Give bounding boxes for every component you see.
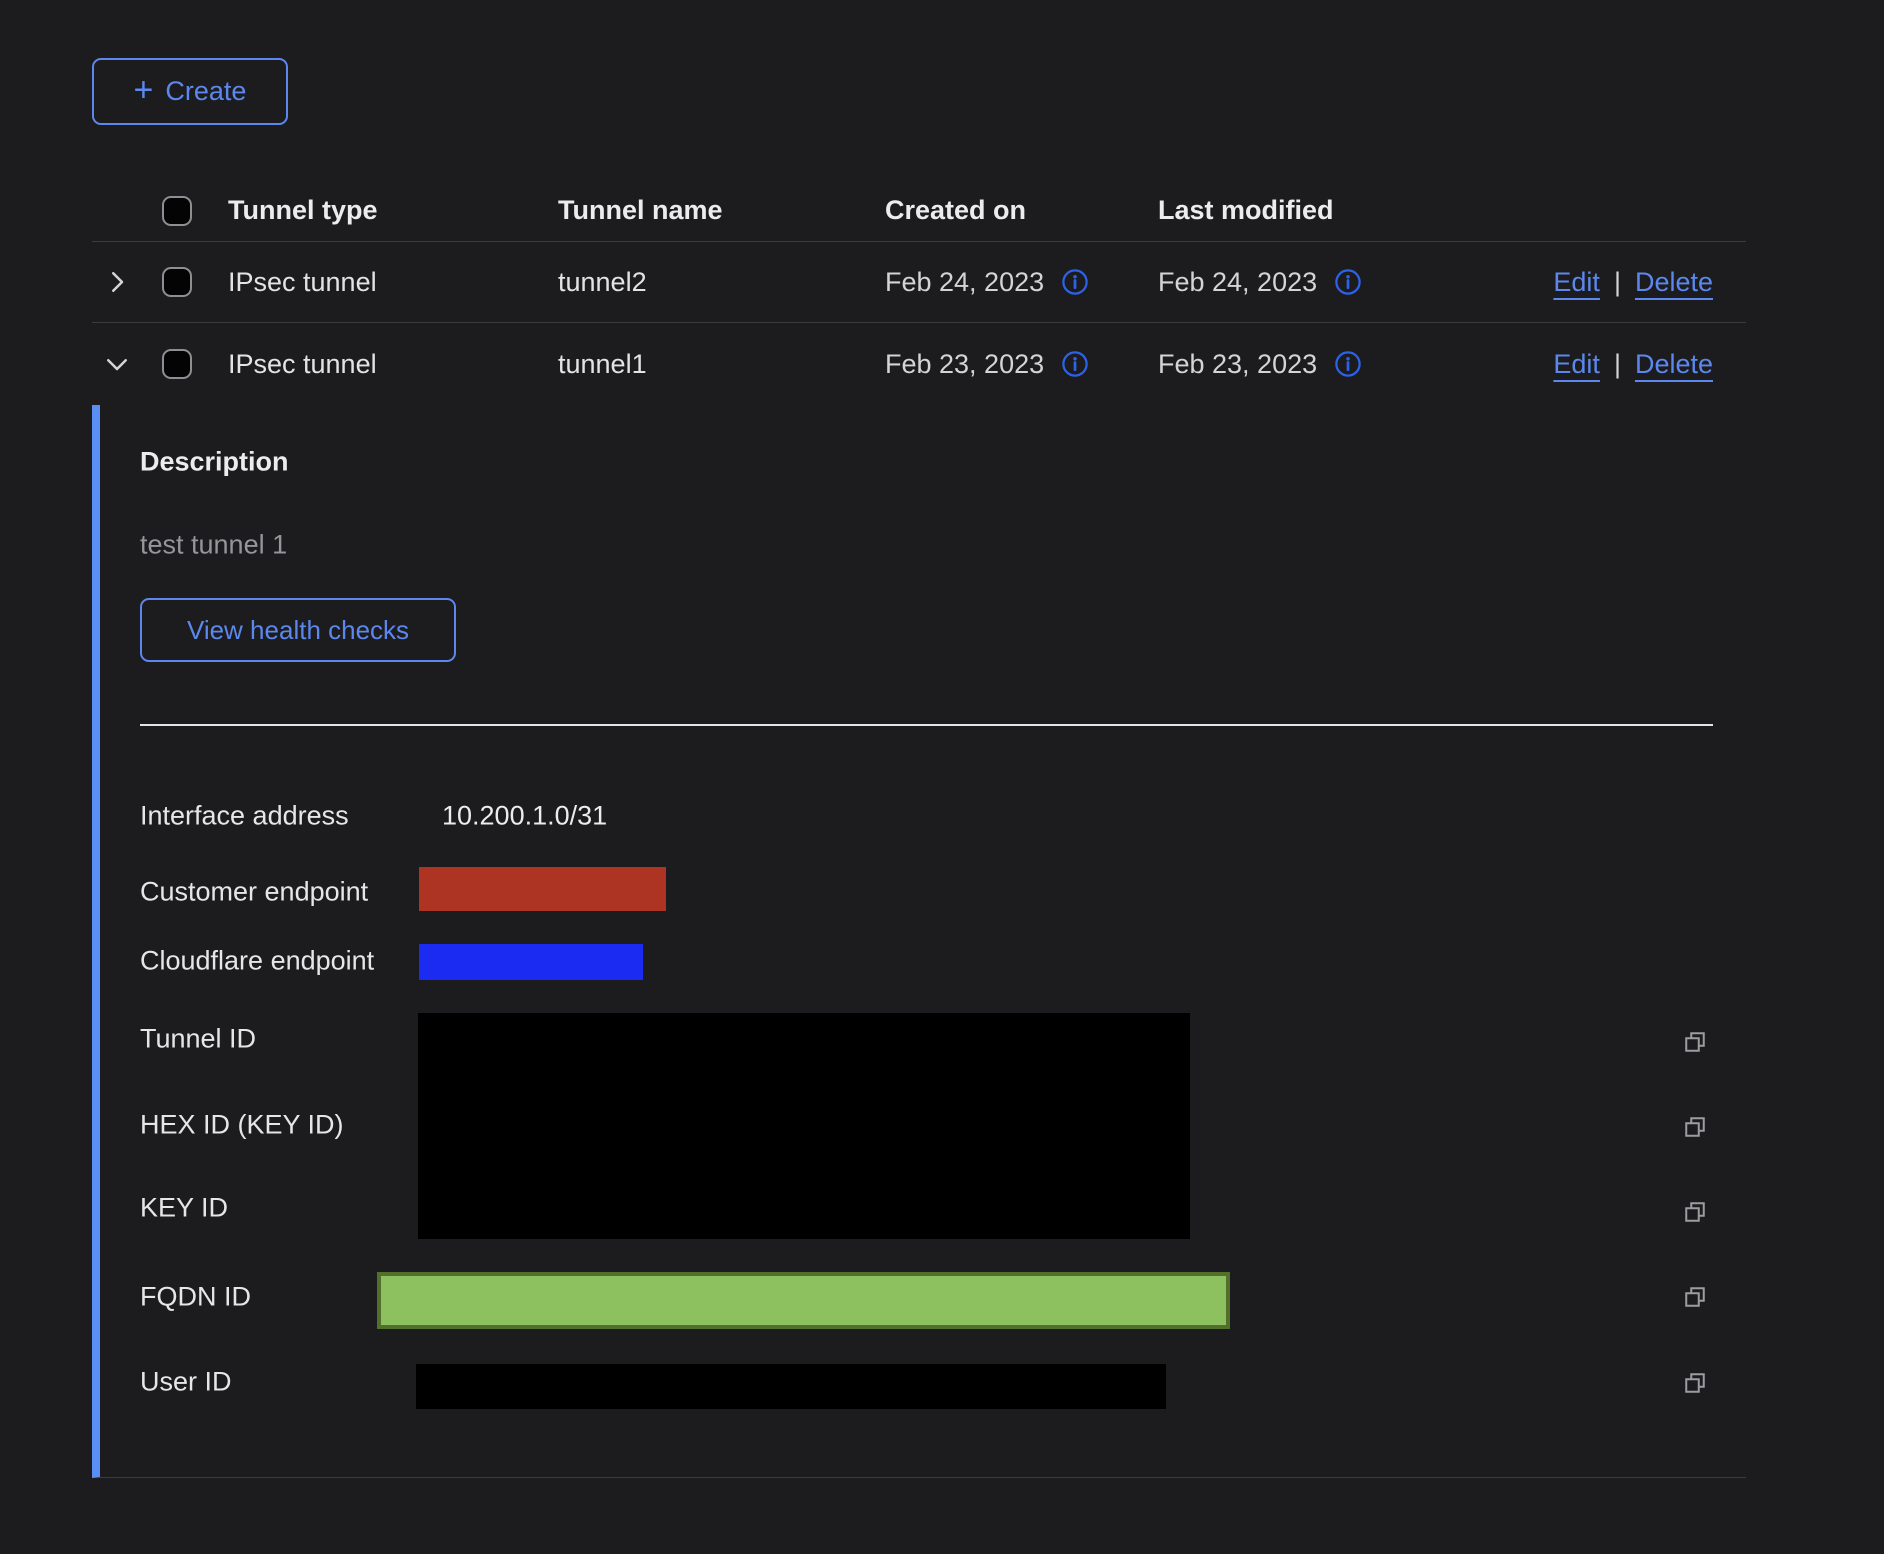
copy-user-id-button[interactable] — [1680, 1368, 1710, 1398]
delete-link[interactable]: Delete — [1635, 349, 1713, 380]
ids-redacted-value — [418, 1013, 1190, 1239]
create-button-label: Create — [165, 76, 246, 107]
table-header-row: Tunnel type Tunnel name Created on Last … — [92, 180, 1746, 242]
cloudflare-endpoint-label: Cloudflare endpoint — [140, 946, 374, 977]
tunnels-page: + Create Tunnel type Tunnel name Created… — [0, 0, 1884, 1554]
tunnel-type-cell: IPsec tunnel — [228, 349, 558, 380]
copy-icon — [1680, 1197, 1710, 1227]
tunnels-table: Tunnel type Tunnel name Created on Last … — [92, 180, 1746, 405]
description-value: test tunnel 1 — [140, 530, 287, 561]
customer-endpoint-label: Customer endpoint — [140, 877, 368, 908]
edit-link[interactable]: Edit — [1553, 349, 1600, 380]
hex-id-label: HEX ID (KEY ID) — [140, 1110, 344, 1141]
description-label: Description — [140, 447, 289, 478]
row-checkbox[interactable] — [162, 349, 192, 379]
fqdn-id-label: FQDN ID — [140, 1282, 251, 1313]
delete-link[interactable]: Delete — [1635, 267, 1713, 298]
plus-icon: + — [134, 73, 154, 107]
expand-row-button[interactable] — [102, 267, 132, 297]
copy-icon — [1680, 1368, 1710, 1398]
tunnel-name-cell: tunnel1 — [558, 349, 885, 380]
info-icon[interactable] — [1333, 349, 1363, 379]
copy-icon — [1680, 1112, 1710, 1142]
table-row: IPsec tunnel tunnel2 Feb 24, 2023 Feb 24… — [92, 242, 1746, 323]
create-button[interactable]: + Create — [92, 58, 288, 125]
tunnel-details-panel: Description test tunnel 1 View health ch… — [92, 405, 1746, 1478]
customer-endpoint-redacted-value — [419, 867, 666, 911]
created-on-cell: Feb 24, 2023 — [885, 267, 1044, 298]
chevron-down-icon — [102, 349, 132, 379]
section-divider — [140, 724, 1713, 726]
copy-fqdn-id-button[interactable] — [1680, 1282, 1710, 1312]
info-icon[interactable] — [1333, 267, 1363, 297]
interface-address-value: 10.200.1.0/31 — [442, 801, 607, 832]
created-on-cell: Feb 23, 2023 — [885, 349, 1044, 380]
copy-hex-id-button[interactable] — [1680, 1112, 1710, 1142]
copy-tunnel-id-button[interactable] — [1680, 1027, 1710, 1057]
info-icon[interactable] — [1060, 267, 1090, 297]
row-checkbox[interactable] — [162, 267, 192, 297]
column-header-last-modified: Last modified — [1158, 195, 1472, 226]
view-health-checks-button[interactable]: View health checks — [140, 598, 456, 662]
copy-key-id-button[interactable] — [1680, 1197, 1710, 1227]
copy-icon — [1680, 1027, 1710, 1057]
action-separator: | — [1614, 267, 1621, 298]
column-header-tunnel-type: Tunnel type — [228, 195, 558, 226]
user-id-label: User ID — [140, 1367, 232, 1398]
last-modified-cell: Feb 24, 2023 — [1158, 267, 1317, 298]
collapse-row-button[interactable] — [102, 349, 132, 379]
key-id-label: KEY ID — [140, 1193, 228, 1224]
interface-address-label: Interface address — [140, 801, 349, 832]
fqdn-id-redacted-value — [377, 1272, 1230, 1329]
edit-link[interactable]: Edit — [1553, 267, 1600, 298]
column-header-tunnel-name: Tunnel name — [558, 195, 885, 226]
tunnel-name-cell: tunnel2 — [558, 267, 885, 298]
info-icon[interactable] — [1060, 349, 1090, 379]
select-all-checkbox[interactable] — [162, 196, 192, 226]
action-separator: | — [1614, 349, 1621, 380]
tunnel-id-label: Tunnel ID — [140, 1024, 256, 1055]
user-id-redacted-value — [416, 1364, 1166, 1409]
last-modified-cell: Feb 23, 2023 — [1158, 349, 1317, 380]
cloudflare-endpoint-redacted-value — [419, 944, 643, 980]
tunnel-type-cell: IPsec tunnel — [228, 267, 558, 298]
table-row: IPsec tunnel tunnel1 Feb 23, 2023 Feb 23… — [92, 323, 1746, 405]
column-header-created-on: Created on — [885, 195, 1158, 226]
copy-icon — [1680, 1282, 1710, 1312]
chevron-right-icon — [102, 267, 132, 297]
